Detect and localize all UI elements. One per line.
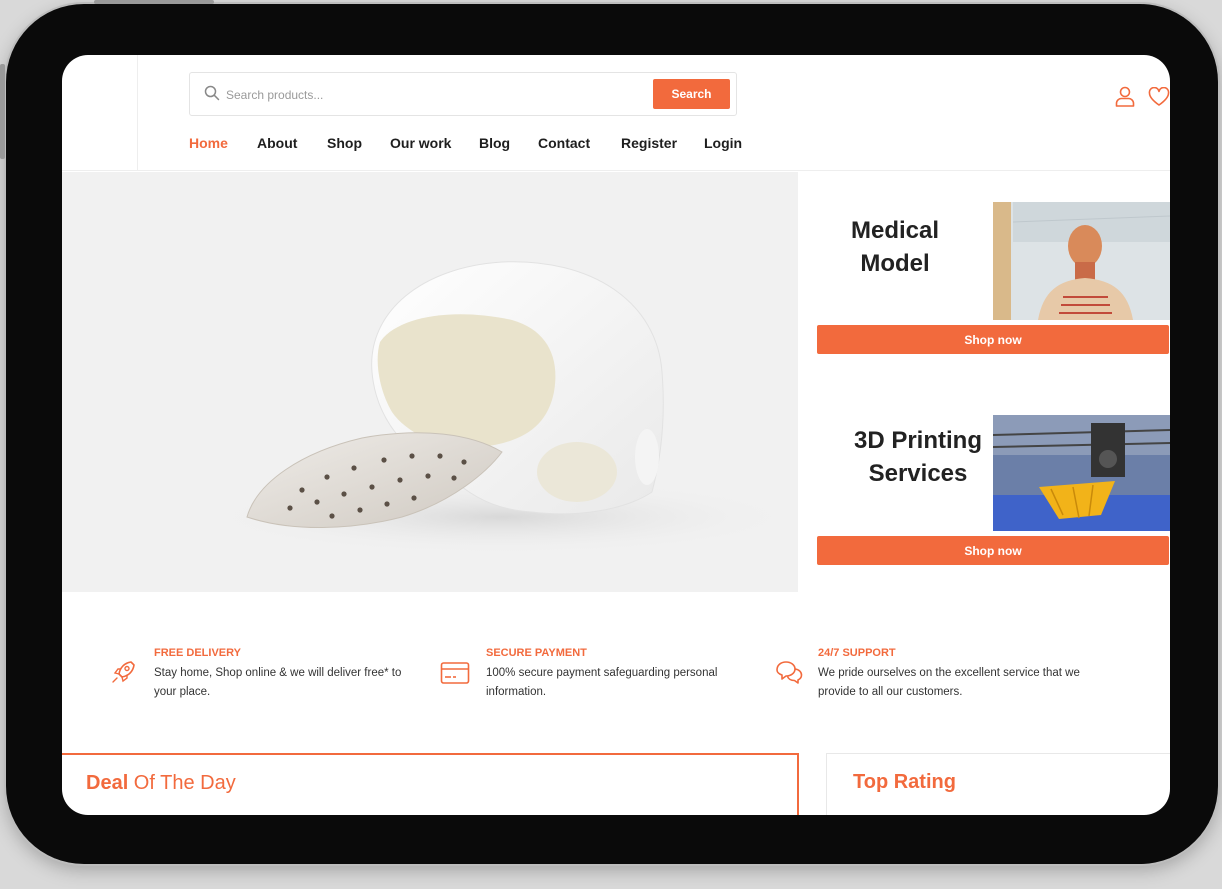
deal-of-the-day-title: Deal Of The Day [86,772,236,794]
feature-title: 24/7 SUPPORT [818,647,896,659]
search-bar: Search [189,72,737,116]
nav-blog[interactable]: Blog [479,135,510,151]
top-rating-section: Top Rating [826,753,1170,815]
credit-card-icon [440,662,470,684]
shop-now-printing-button[interactable]: Shop now [817,536,1169,565]
search-icon [204,85,220,101]
heart-icon[interactable] [1148,87,1170,107]
nav-our-work[interactable]: Our work [390,135,451,151]
logo-area [62,55,138,170]
medical-model-image [993,202,1170,320]
nav-login[interactable]: Login [704,135,742,151]
3d-printer-image [993,415,1170,531]
nav-shop[interactable]: Shop [327,135,362,151]
chat-bubbles-icon [776,661,803,684]
tablet-side-button [0,64,5,159]
search-input[interactable] [224,80,648,110]
rocket-icon [112,661,135,683]
nav-contact[interactable]: Contact [538,135,590,151]
skull-implant-image [202,261,798,555]
promo-column: Medical Model Shop now 3D Printing Servi… [798,172,1170,592]
feature-description: Stay home, Shop online & we will deliver… [154,667,402,698]
promo-printing-title: 3D Printing Services [853,427,982,487]
hero-banner [62,172,798,592]
nav-home[interactable]: Home [189,135,228,151]
browser-screen: Search Home About Shop Our work Blog Con… [62,55,1170,815]
top-rating-title: Top Rating [853,771,956,793]
feature-description: We pride ourselves on the excellent serv… [818,667,1080,698]
promo-medical-title: Medical Model [850,217,940,277]
shop-now-medical-button[interactable]: Shop now [817,325,1169,354]
tablet-top-button [94,0,214,4]
nav-register[interactable]: Register [621,135,677,151]
feature-title: SECURE PAYMENT [486,647,587,659]
feature-description: 100% secure payment safeguarding persona… [486,667,718,698]
deal-of-the-day-section: Deal Of The Day [62,753,799,815]
site-header: Search Home About Shop Our work Blog Con… [62,55,1170,171]
feature-title: FREE DELIVERY [154,647,241,659]
user-icon[interactable] [1114,85,1136,107]
nav-about[interactable]: About [257,135,297,151]
search-button[interactable]: Search [653,79,730,109]
